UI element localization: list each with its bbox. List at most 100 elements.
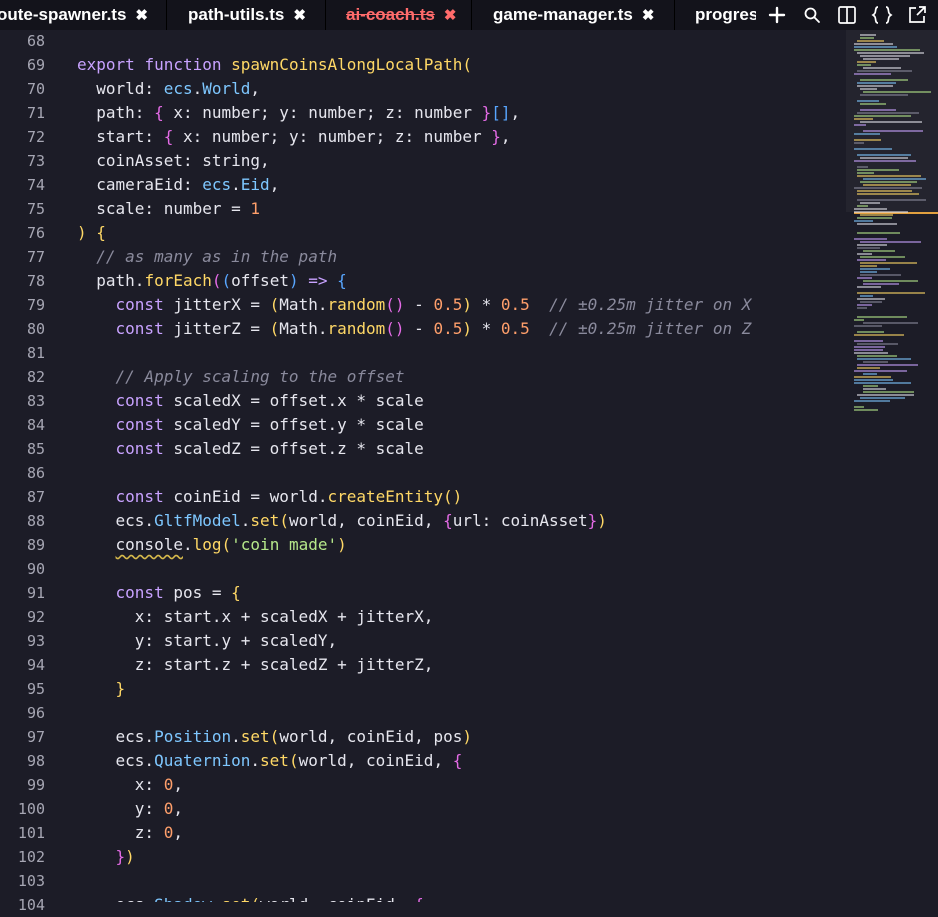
minimap[interactable] [846,30,938,902]
line-number[interactable]: 80 [0,317,45,341]
code-line[interactable]: z: 0, [77,821,183,845]
line-number[interactable]: 94 [0,653,45,677]
tab-game-manager[interactable]: game-manager.ts ✖ [493,0,654,30]
tab-path-utils[interactable]: path-utils.ts ✖ [188,0,306,30]
line-number[interactable]: 102 [0,845,45,869]
code-line[interactable]: const scaledZ = offset.z * scale [77,437,424,461]
code-line[interactable]: const coinEid = world.createEntity() [77,485,463,509]
line-number[interactable]: 78 [0,269,45,293]
split-editor-icon[interactable] [836,4,858,26]
code-line[interactable]: x: 0, [77,773,183,797]
close-icon[interactable]: ✖ [444,6,457,24]
close-icon[interactable]: ✖ [293,6,306,24]
code-line[interactable]: ecs.GltfModel.set(world, coinEid, {url: … [77,509,607,533]
line-number[interactable]: 89 [0,533,45,557]
code-line[interactable]: const scaledY = offset.y * scale [77,413,424,437]
code-line[interactable]: const jitterX = (Math.random() - 0.5) * … [77,293,752,317]
line-number[interactable]: 70 [0,77,45,101]
code-text: ecs. [77,895,155,902]
open-external-icon[interactable] [906,4,928,26]
code-line[interactable]: z: start.z + scaledZ + jitterZ, [77,653,434,677]
line-number[interactable]: 93 [0,629,45,653]
code-line[interactable]: const jitterZ = (Math.random() - 0.5) * … [77,317,752,341]
line-number[interactable]: 75 [0,197,45,221]
line-number[interactable]: 101 [0,821,45,845]
line-number[interactable]: 73 [0,149,45,173]
minimap-line [857,40,884,42]
code-line[interactable]: export function spawnCoinsAlongLocalPath… [77,53,472,77]
line-number[interactable]: 98 [0,749,45,773]
line-number[interactable]: 90 [0,557,45,581]
code-line[interactable]: ecs.Position.set(world, coinEid, pos) [77,725,472,749]
code-line[interactable]: }) [77,845,135,869]
bracket: ) [597,511,607,530]
code-editor[interactable]: export function spawnCoinsAlongLocalPath… [76,30,846,902]
line-number[interactable]: 71 [0,101,45,125]
minimap-line [854,334,904,336]
line-number[interactable]: 91 [0,581,45,605]
code-text: * [471,295,501,314]
code-line[interactable]: ecs.Quaternion.set(world, coinEid, { [77,749,463,773]
code-line[interactable]: // Apply scaling to the offset [77,365,405,389]
code-line[interactable]: ecs.Shadow.set(world, coinEid, { [77,893,424,902]
code-line[interactable]: const scaledX = offset.x * scale [77,389,424,413]
line-number[interactable]: 88 [0,509,45,533]
line-number[interactable]: 82 [0,365,45,389]
code-line[interactable]: cameraEid: ecs.Eid, [77,173,279,197]
line-number[interactable]: 99 [0,773,45,797]
minimap-line [857,364,918,366]
line-number[interactable]: 72 [0,125,45,149]
code-line[interactable]: x: start.x + scaledX + jitterX, [77,605,434,629]
tab-oute-spawner[interactable]: oute-spawner.ts ✖ [0,0,148,30]
code-line[interactable]: start: { x: number; y: number; z: number… [77,125,510,149]
tab-ai-coach[interactable]: ai-coach.ts ✖ [346,0,456,30]
line-number[interactable]: 100 [0,797,45,821]
code-text: path. [77,271,145,290]
line-number[interactable]: 96 [0,701,45,725]
code-line[interactable]: y: 0, [77,797,183,821]
line-number[interactable]: 86 [0,461,45,485]
tab-label: progres [695,5,759,24]
line-number[interactable]: 74 [0,173,45,197]
code-line[interactable]: path.forEach((offset) => { [77,269,347,293]
code-line[interactable]: y: start.y + scaledY, [77,629,337,653]
code-line[interactable]: scale: number = 1 [77,197,260,221]
line-number[interactable]: 69 [0,53,45,77]
line-number[interactable]: 104 [0,893,45,917]
bracket: } [115,679,126,698]
code-line[interactable]: const pos = { [77,581,241,605]
line-number[interactable]: 85 [0,437,45,461]
code-line[interactable]: world: ecs.World, [77,77,260,101]
code-line[interactable]: // as many as in the path [77,245,337,269]
line-number[interactable]: 97 [0,725,45,749]
keyword: const [115,295,174,314]
code-line[interactable]: path: { x: number; y: number; z: number … [77,101,520,125]
close-icon[interactable]: ✖ [642,6,655,24]
line-number[interactable]: 68 [0,29,45,53]
tab-progress[interactable]: progres [695,0,758,30]
line-number[interactable]: 83 [0,389,45,413]
add-icon[interactable] [766,4,788,26]
minimap-line [857,100,879,102]
line-number[interactable]: 103 [0,869,45,893]
line-number[interactable]: 87 [0,485,45,509]
line-number[interactable]: 84 [0,413,45,437]
line-number[interactable]: 92 [0,605,45,629]
minimap-line [854,319,864,321]
close-icon[interactable]: ✖ [135,6,148,24]
minimap-line [857,358,911,360]
line-number[interactable]: 77 [0,245,45,269]
code-text: path: [77,103,155,122]
line-number[interactable]: 81 [0,341,45,365]
line-number[interactable]: 79 [0,293,45,317]
line-number[interactable]: 95 [0,677,45,701]
code-line[interactable]: } [77,677,126,701]
code-line[interactable]: ) { [77,221,106,245]
code-line[interactable]: coinAsset: string, [77,149,269,173]
code-line[interactable]: console.log('coin made') [77,533,347,557]
search-icon[interactable] [801,4,823,26]
format-braces-icon[interactable] [871,4,893,26]
minimap-line [860,397,905,399]
line-number[interactable]: 76 [0,221,45,245]
